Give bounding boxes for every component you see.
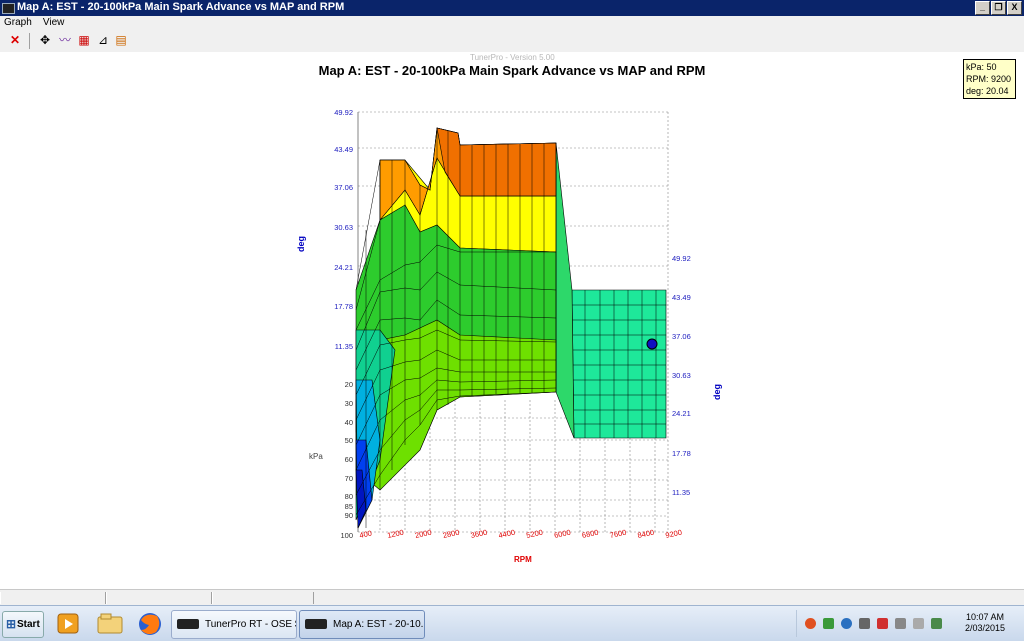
- start-label: Start: [17, 619, 40, 630]
- z-tick-label-right: 49.92: [672, 254, 691, 263]
- surface-peak-band: [436, 127, 557, 197]
- y-tick-label: 20: [345, 380, 353, 389]
- z-tick-label-right: 11.35: [672, 488, 690, 497]
- task-label: TunerPro RT - OSE $...: [205, 619, 296, 630]
- y-tick-label: 30: [345, 399, 353, 408]
- y-tick-label: 40: [345, 418, 353, 427]
- status-pane-1: [0, 592, 106, 604]
- y-tick-label: 80: [345, 492, 353, 501]
- chip-icon: [177, 619, 199, 630]
- z-tick-label-left: 43.49: [334, 145, 353, 154]
- x-tick-label: 2000: [414, 528, 432, 540]
- windows-logo-icon: ⊞: [6, 617, 17, 631]
- z-tick-label-right: 43.49: [672, 293, 691, 302]
- firefox-icon[interactable]: [132, 610, 168, 637]
- z-ticks-left: 49.92 43.49 37.06 30.63 24.21 17.78 11.35: [334, 108, 353, 351]
- tray-power-icon[interactable]: [895, 618, 906, 629]
- z-tick-label-right: 24.21: [672, 409, 691, 418]
- x-tick-label: 4400: [498, 528, 516, 540]
- tray-speaker-icon[interactable]: [913, 618, 924, 629]
- x-tick-label: 8400: [637, 528, 655, 540]
- x-tick-label: 9200: [665, 528, 683, 540]
- file-explorer-icon[interactable]: [92, 610, 128, 637]
- chip-icon: [305, 619, 327, 630]
- task-map-a[interactable]: Map A: EST - 20-10...: [299, 610, 425, 639]
- surface-chart[interactable]: deg deg kPa RPM 49.92 43.49 37.06 30.63 24.2…: [0, 0, 1024, 640]
- status-pane-2: [106, 592, 212, 604]
- z-tick-label-left: 30.63: [334, 223, 353, 232]
- tray-app-icon[interactable]: [805, 618, 816, 629]
- tray-flag-icon[interactable]: [877, 618, 888, 629]
- status-bar: [0, 589, 1024, 606]
- cursor-point[interactable]: [646, 338, 658, 350]
- z-tick-label-right: 37.06: [672, 332, 691, 341]
- y-tick-label: 85: [345, 502, 353, 511]
- z-axis-label-right: deg: [712, 384, 722, 400]
- spark-surface: [355, 127, 667, 529]
- taskbar-clock[interactable]: 10:07 AM 2/03/2015: [955, 612, 1015, 634]
- x-ticks: 400 1200 2000 2800 3600 4400 5200 6000 6800 7600 8…: [359, 528, 683, 540]
- x-tick-label: 6000: [553, 528, 571, 540]
- y-tick-label: 60: [345, 455, 353, 464]
- x-tick-label: 7600: [609, 528, 627, 540]
- tray-security-icon[interactable]: [823, 618, 834, 629]
- y-tick-label: 100: [340, 531, 353, 540]
- task-tunerpro-rt[interactable]: TunerPro RT - OSE $...: [171, 610, 297, 639]
- x-tick-label: 6800: [581, 528, 599, 540]
- y-tick-label: 50: [345, 436, 353, 445]
- x-tick-label: 2800: [442, 528, 460, 540]
- start-button[interactable]: ⊞ Start: [2, 611, 44, 638]
- x-tick-label: 5200: [525, 528, 543, 540]
- z-ticks-right: 49.92 43.49 37.06 30.63 24.21 17.78 11.35: [672, 254, 691, 497]
- y-tick-label: 70: [345, 474, 353, 483]
- z-tick-label-left: 24.21: [334, 263, 353, 272]
- task-label: Map A: EST - 20-10...: [333, 619, 425, 630]
- z-tick-label-right: 17.78: [672, 449, 691, 458]
- x-axis-label: RPM: [514, 555, 532, 564]
- y-tick-label: 90: [345, 511, 353, 520]
- z-tick-label-left: 17.78: [334, 302, 353, 311]
- tray-device-icon[interactable]: [859, 618, 870, 629]
- z-tick-label-left: 49.92: [334, 108, 353, 117]
- z-tick-label-left: 37.06: [334, 183, 353, 192]
- media-player-icon[interactable]: [50, 610, 86, 637]
- system-tray: [796, 610, 952, 637]
- y-axis-label: kPa: [309, 452, 323, 461]
- tray-battery-icon[interactable]: [931, 618, 942, 629]
- clock-time: 10:07 AM: [965, 612, 1005, 622]
- z-tick-label-left: 11.35: [335, 342, 353, 351]
- z-tick-label-right: 30.63: [672, 371, 691, 380]
- taskbar: ⊞ Start TunerPro RT - OSE $... Map A: ES…: [0, 605, 1024, 641]
- tray-network-icon[interactable]: [841, 618, 852, 629]
- surface-dropoff: [555, 142, 575, 439]
- clock-date: 2/03/2015: [964, 623, 1006, 633]
- z-axis-label-left: deg: [296, 236, 306, 252]
- y-ticks: 20 30 40 50 60 70 808590 100: [340, 380, 353, 540]
- x-tick-label: 3600: [470, 528, 488, 540]
- surface-plateau: [571, 289, 667, 439]
- x-tick-label: 1200: [386, 528, 404, 540]
- x-tick-label: 400: [359, 529, 373, 540]
- status-pane-3: [212, 592, 314, 604]
